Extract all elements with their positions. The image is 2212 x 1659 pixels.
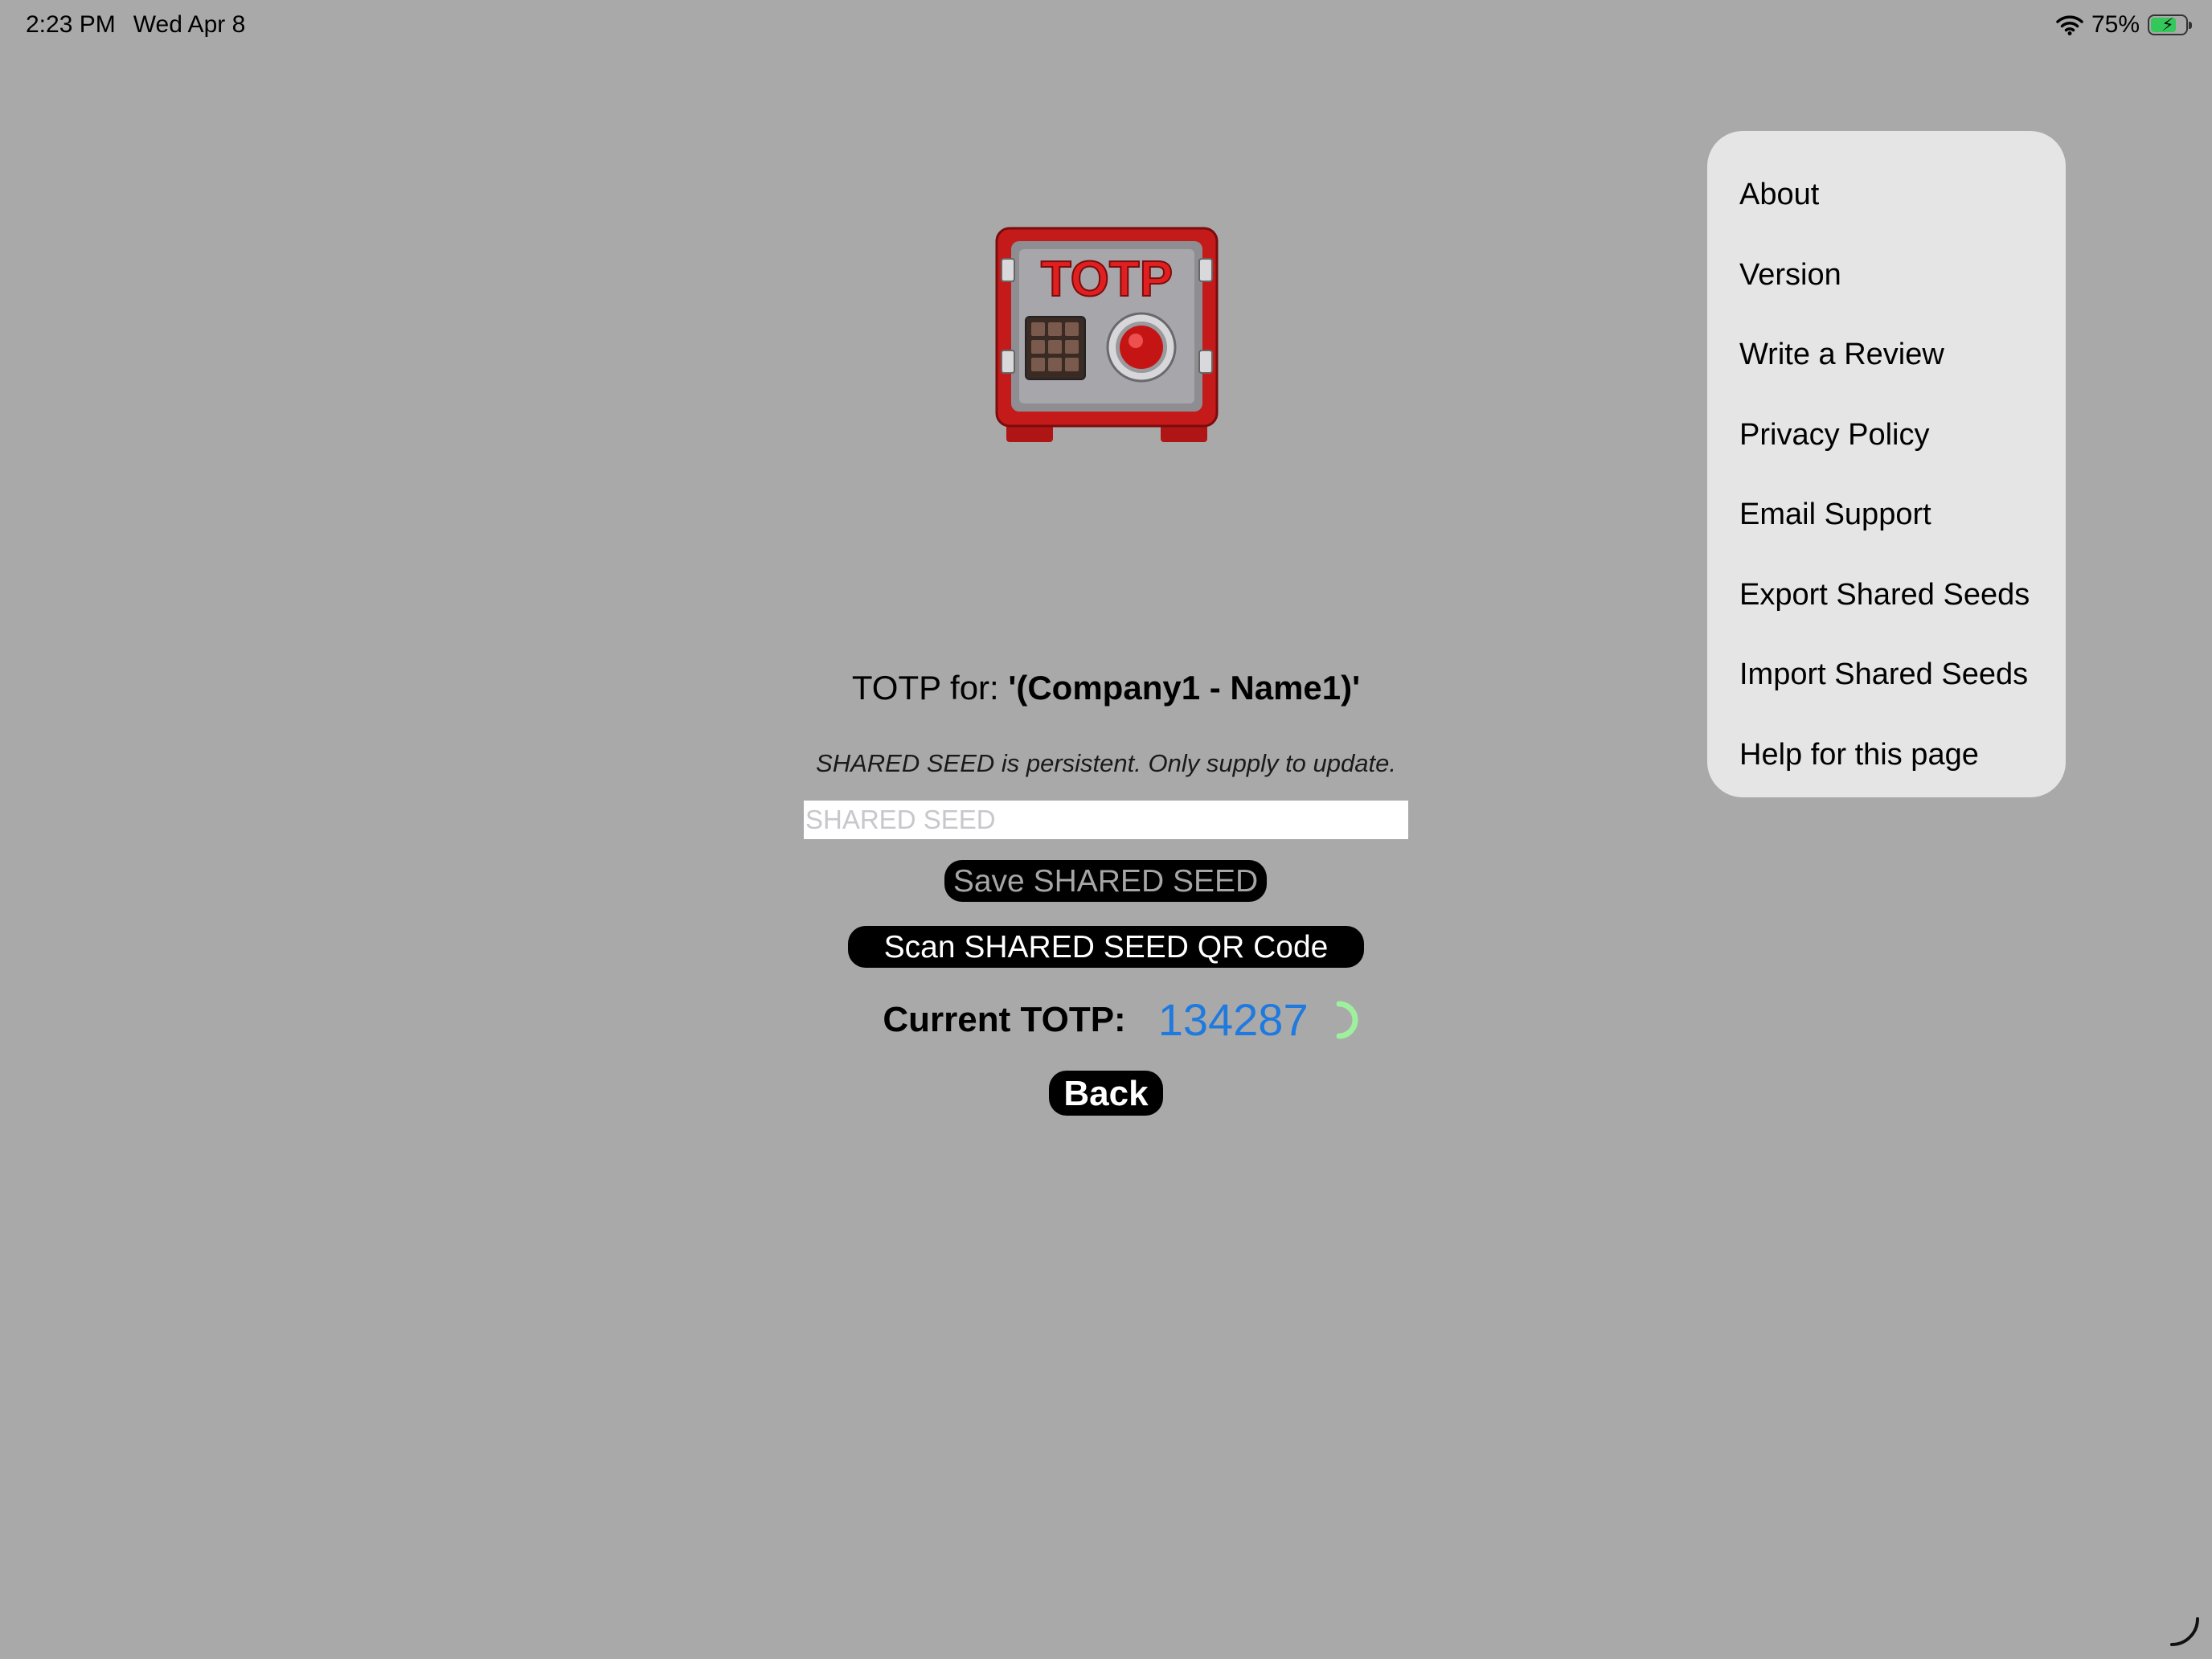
battery-percent: 75%	[2091, 11, 2140, 38]
save-shared-seed-button[interactable]: Save SHARED SEED	[944, 860, 1267, 902]
totp-safe-logo: TOTP	[995, 227, 1219, 442]
menu-item-export-seeds[interactable]: Export Shared Seeds	[1707, 555, 2066, 636]
back-button[interactable]: Back	[1049, 1071, 1163, 1116]
menu-item-email-support[interactable]: Email Support	[1707, 475, 2066, 555]
totp-code: 134287	[1157, 994, 1309, 1045]
resize-corner-icon	[2170, 1617, 2199, 1646]
status-bar-left: 2:23 PM Wed Apr 8	[26, 11, 245, 39]
countdown-ring-icon	[1336, 1001, 1358, 1038]
menu-item-privacy-policy[interactable]: Privacy Policy	[1707, 395, 2066, 476]
shared-seed-input[interactable]	[804, 801, 1408, 839]
battery-nub	[2189, 22, 2192, 29]
menu-item-help[interactable]: Help for this page	[1707, 715, 2066, 796]
battery-icon: ⚡	[2148, 14, 2192, 35]
menu-item-write-review[interactable]: Write a Review	[1707, 315, 2066, 395]
current-totp-row: Current TOTP: 134287	[0, 993, 2212, 1046]
menu-item-import-seeds[interactable]: Import Shared Seeds	[1707, 635, 2066, 715]
scan-qr-code-button[interactable]: Scan SHARED SEED QR Code	[848, 926, 1364, 968]
totp-for-prefix: TOTP for:	[851, 669, 1009, 707]
bolt-icon: ⚡	[2161, 14, 2174, 35]
wifi-icon	[2056, 15, 2083, 35]
logo-text: TOTP	[1041, 252, 1173, 307]
menu-item-version[interactable]: Version	[1707, 236, 2066, 316]
current-totp-label: Current TOTP:	[883, 999, 1126, 1039]
overflow-menu: About Version Write a Review Privacy Pol…	[1707, 131, 2066, 797]
status-time: 2:23 PM	[26, 11, 116, 38]
menu-item-about[interactable]: About	[1707, 155, 2066, 236]
status-bar-right: 75% ⚡	[2056, 11, 2192, 39]
account-name: '(Company1 - Name1)'	[1008, 669, 1361, 707]
status-date: Wed Apr 8	[133, 11, 246, 38]
